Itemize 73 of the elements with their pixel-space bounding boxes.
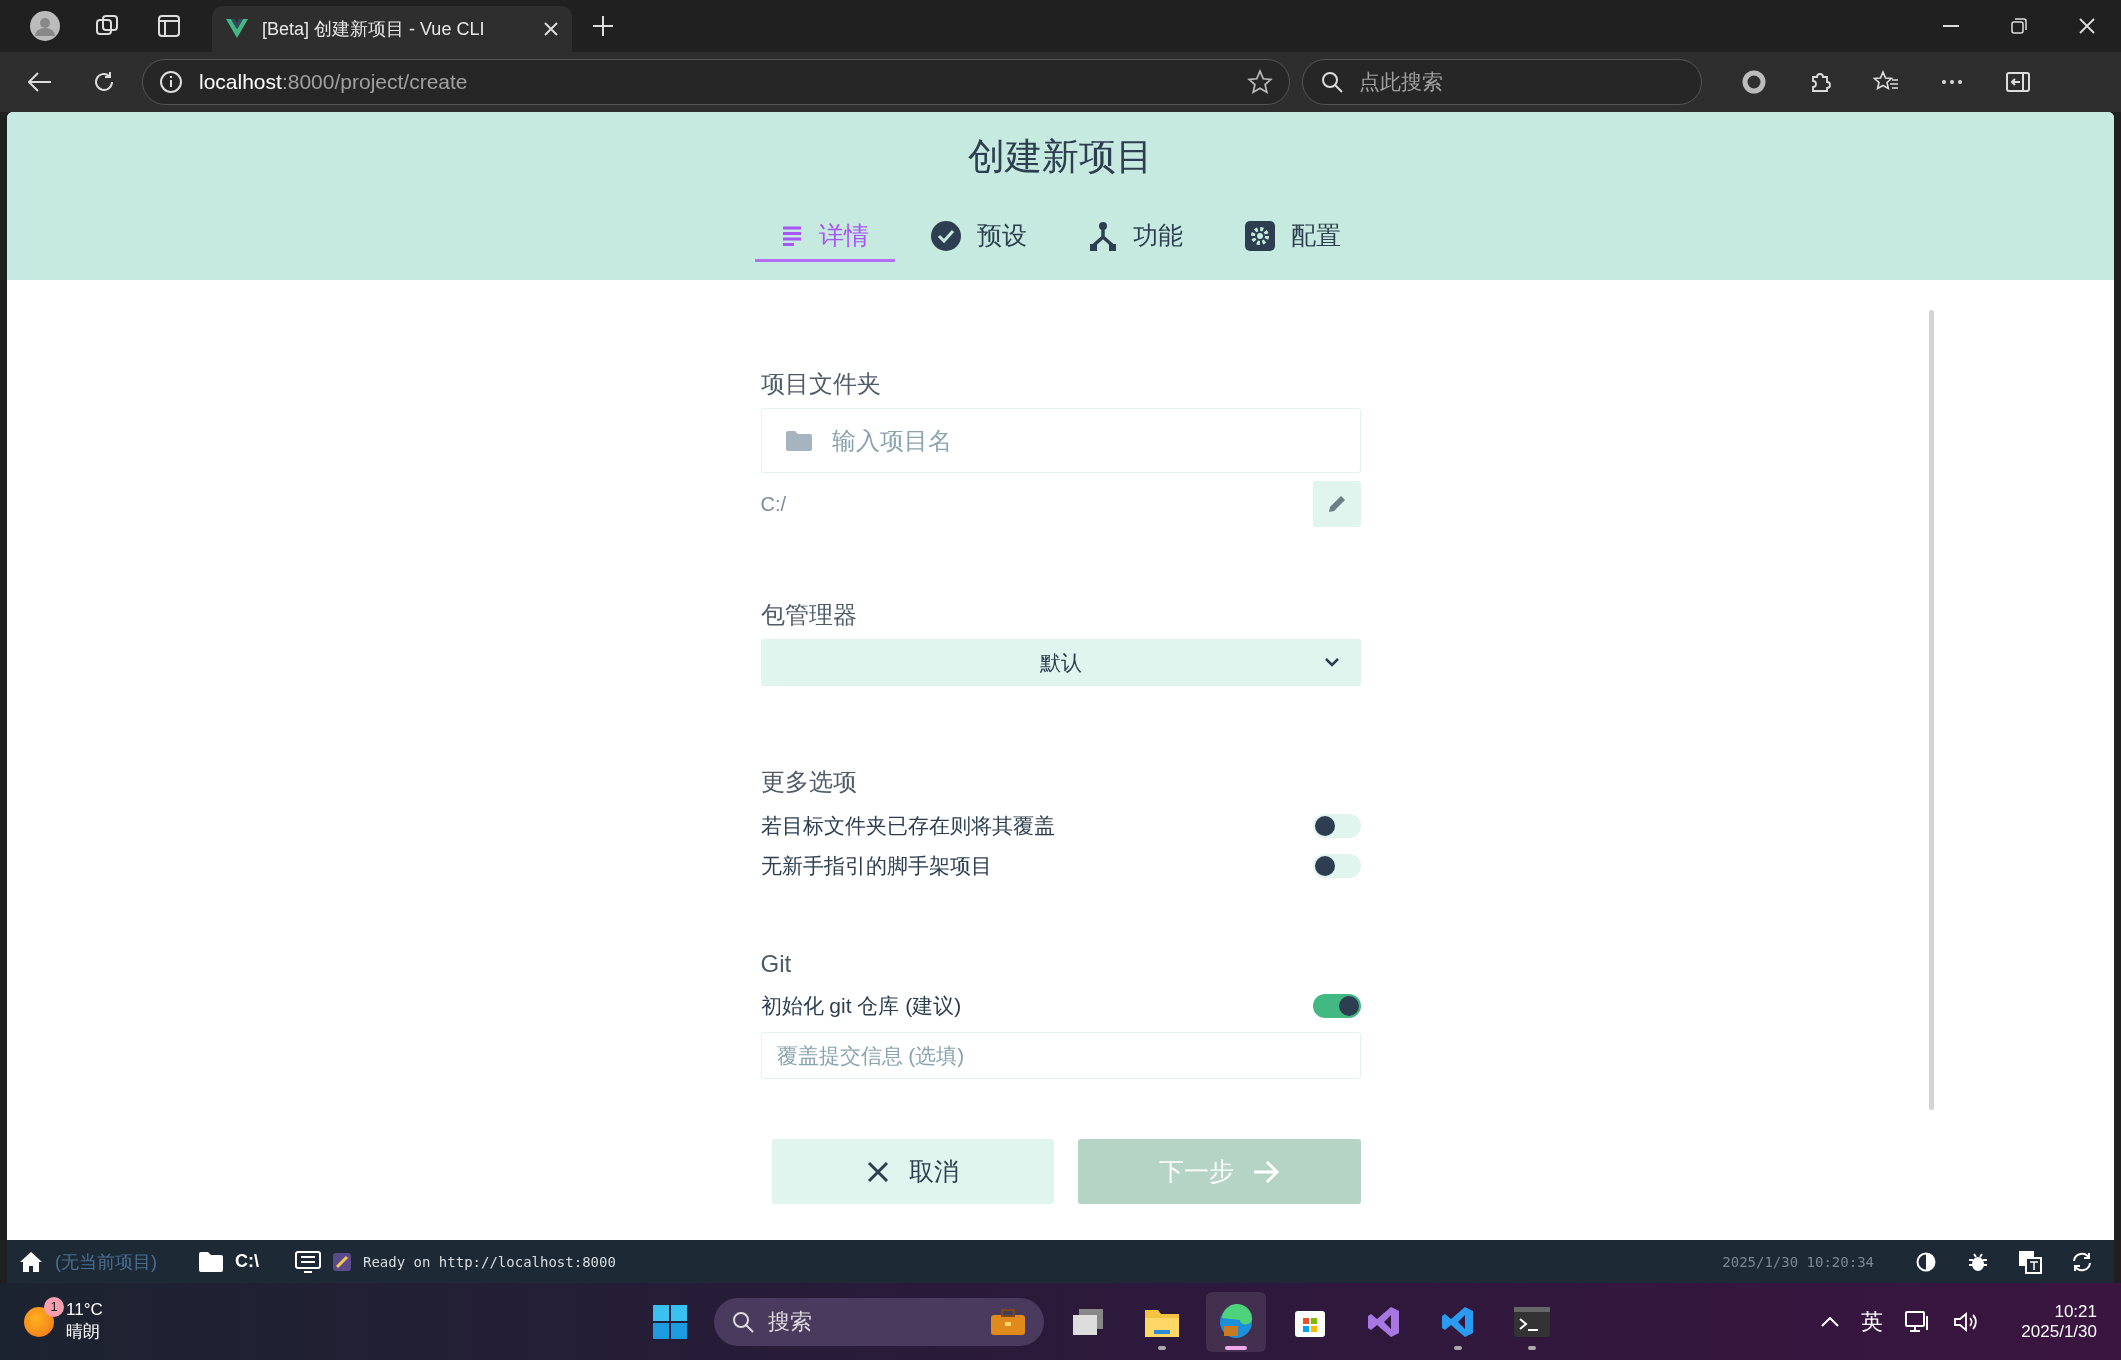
input-method[interactable]: 英 bbox=[1861, 1306, 1884, 1337]
arrow-right-icon bbox=[1253, 1160, 1280, 1183]
collections-icon[interactable] bbox=[95, 14, 119, 38]
search-field[interactable]: 点此搜索 bbox=[1302, 59, 1702, 105]
briefcase-icon bbox=[990, 1307, 1026, 1336]
option-label: 无新手指引的脚手架项目 bbox=[760, 853, 992, 879]
star-icon[interactable] bbox=[1247, 69, 1273, 95]
close-icon bbox=[866, 1160, 889, 1183]
browser-icon bbox=[1218, 1303, 1254, 1340]
search-icon bbox=[732, 1310, 754, 1333]
contrast-icon[interactable] bbox=[1916, 1251, 1936, 1272]
section-label: Git bbox=[760, 950, 793, 978]
toggle-switch[interactable] bbox=[1312, 854, 1361, 878]
option-label: 若目标文件夹已存在则将其覆盖 bbox=[760, 813, 1055, 839]
page-title: 创建新项目 bbox=[968, 135, 1153, 179]
windows-stack-icon bbox=[1071, 1306, 1105, 1337]
info-icon[interactable] bbox=[159, 70, 183, 94]
volume-icon[interactable] bbox=[1953, 1310, 1980, 1333]
refresh-icon bbox=[92, 70, 116, 94]
search-icon bbox=[1321, 71, 1343, 93]
taskbar-app[interactable] bbox=[1206, 1291, 1266, 1352]
browser-tab[interactable]: [Beta] 创建新项目 - Vue CLI bbox=[212, 6, 572, 52]
step-tab[interactable]: 功能 bbox=[1062, 212, 1209, 262]
close-icon[interactable] bbox=[544, 22, 558, 36]
console-icon[interactable] bbox=[295, 1250, 321, 1273]
home-icon[interactable] bbox=[19, 1250, 43, 1273]
weather-condition: 晴朗 bbox=[66, 1321, 101, 1343]
check-circle-icon bbox=[930, 220, 961, 251]
folder-icon bbox=[785, 430, 812, 451]
clock[interactable]: 10:21 2025/1/30 bbox=[2021, 1301, 2097, 1342]
toggle-switch[interactable] bbox=[1312, 994, 1361, 1018]
restore-icon bbox=[2011, 18, 2027, 34]
tab-actions-icon[interactable] bbox=[158, 15, 180, 37]
package-manager-select[interactable]: 默认 bbox=[760, 639, 1361, 686]
step-tab[interactable]: 配置 bbox=[1218, 212, 1367, 262]
chevron-up-icon[interactable] bbox=[1821, 1316, 1840, 1327]
log-icon bbox=[333, 1252, 351, 1271]
project-name-field[interactable]: 输入项目名 bbox=[760, 408, 1361, 473]
field-label: 包管理器 bbox=[760, 600, 858, 630]
step-tab[interactable]: 预设 bbox=[904, 212, 1053, 262]
notification-badge: 1 bbox=[44, 1296, 64, 1317]
pencil-icon bbox=[1326, 494, 1347, 514]
taskbar-search[interactable]: 搜索 bbox=[714, 1297, 1044, 1346]
current-folder[interactable]: C:\ bbox=[235, 1251, 259, 1272]
settings-icon bbox=[1244, 220, 1275, 251]
branch-icon bbox=[1088, 220, 1117, 251]
back-arrow-icon bbox=[28, 72, 52, 92]
field-label: 项目文件夹 bbox=[760, 369, 882, 399]
close-icon bbox=[2079, 18, 2095, 34]
address-bar[interactable]: localhost:8000/project/create bbox=[142, 59, 1290, 105]
code-editor-icon bbox=[1441, 1304, 1475, 1339]
windows-logo-icon bbox=[653, 1304, 687, 1339]
edit-path-button[interactable] bbox=[1312, 481, 1361, 527]
v-logo-icon bbox=[226, 19, 248, 39]
folder-path: C:/ bbox=[760, 492, 787, 516]
list-icon bbox=[780, 224, 803, 247]
commit-message-field[interactable]: 覆盖提交信息 (选填) bbox=[760, 1032, 1361, 1079]
log-message: Ready on http://localhost:8000 bbox=[363, 1253, 616, 1270]
cancel-button[interactable]: 取消 bbox=[771, 1139, 1054, 1204]
translate-icon[interactable] bbox=[2018, 1249, 2042, 1274]
bug-icon[interactable] bbox=[1968, 1251, 1988, 1272]
new-tab-icon[interactable] bbox=[593, 16, 613, 36]
temperature: 11°C bbox=[66, 1300, 103, 1320]
folder-icon bbox=[199, 1251, 223, 1272]
terminal-icon bbox=[1514, 1306, 1550, 1337]
log-time: 2025/1/30 10:20:34 bbox=[1722, 1253, 1874, 1270]
option-label: 初始化 git 仓库 (建议) bbox=[760, 993, 962, 1019]
toggle-switch[interactable] bbox=[1312, 814, 1361, 838]
avatar-icon[interactable] bbox=[30, 11, 60, 41]
section-label: 更多选项 bbox=[760, 767, 858, 797]
minimize-icon bbox=[1943, 25, 1959, 27]
refresh-icon[interactable] bbox=[2071, 1251, 2093, 1272]
chevron-down-icon bbox=[1324, 658, 1339, 667]
